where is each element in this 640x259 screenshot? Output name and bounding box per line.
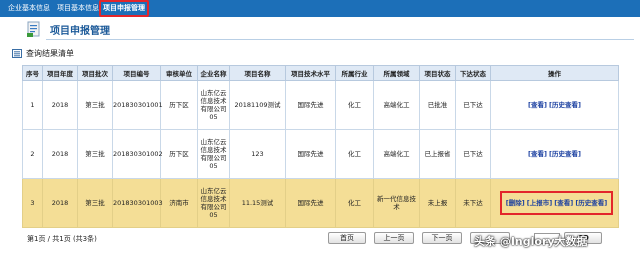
cell-no: 3: [22, 178, 43, 228]
cell-unit: 历下区: [160, 80, 198, 130]
report-city-link[interactable]: [上报市]: [527, 199, 552, 207]
cell-company: 山东亿云信息技术有限公司05: [197, 129, 230, 179]
cell-no: 2: [22, 129, 43, 179]
cell-code: 201830301003: [112, 178, 163, 228]
col-header-tech: 项目技术水平: [285, 65, 336, 81]
cell-issue-status: 未下达: [455, 178, 491, 228]
cell-year: 2018: [42, 178, 78, 228]
cell-actions: [查看] [历史查看]: [490, 80, 619, 130]
cell-status: 已批准: [419, 80, 456, 130]
cell-tech: 国际先进: [285, 80, 336, 130]
cell-actions: [查看] [历史查看]: [490, 129, 619, 179]
top-nav-bar: 企业基本信息 项目基本信息 项目申报管理: [0, 0, 640, 17]
history-view-link[interactable]: [历史查看]: [549, 150, 581, 158]
table-row: 1 2018 第三批 201830301001 历下区 山东亿云信息技术有限公司…: [22, 80, 619, 130]
col-header-batch: 项目批次: [77, 65, 113, 81]
table-row: 2 2018 第三批 201830301002 历下区 山东亿云信息技术有限公司…: [22, 129, 619, 179]
cell-tech: 国际先进: [285, 129, 336, 179]
cell-field: 高端化工: [373, 80, 420, 130]
prev-page-button[interactable]: 上一页: [374, 232, 414, 244]
col-header-no: 序号: [22, 65, 43, 81]
view-link[interactable]: [查看]: [528, 150, 547, 158]
cell-field: 高端化工: [373, 129, 420, 179]
cell-tech: 国际先进: [285, 178, 336, 228]
cell-no: 1: [22, 80, 43, 130]
cell-industry: 化工: [335, 178, 374, 228]
view-link[interactable]: [查看]: [554, 199, 573, 207]
cell-batch: 第三批: [77, 178, 113, 228]
cell-company: 山东亿云信息技术有限公司05: [197, 80, 230, 130]
result-list-label: 查询结果清单: [26, 49, 74, 58]
watermark-text: 头条 @Inglory大数据: [474, 235, 588, 248]
cell-year: 2018: [42, 80, 78, 130]
col-header-year: 项目年度: [42, 65, 78, 81]
col-header-industry: 所属行业: [335, 65, 374, 81]
cell-issue-status: 已下达: [455, 129, 491, 179]
cell-industry: 化工: [335, 80, 374, 130]
cell-batch: 第三批: [77, 80, 113, 130]
col-header-actions: 操作: [490, 65, 619, 81]
col-header-status: 项目状态: [419, 65, 456, 81]
action-highlight-box: [删除] [上报市] [查看] [历史查看]: [499, 191, 614, 215]
cell-unit: 历下区: [160, 129, 198, 179]
page-info: 第1页 / 共1页 (共3条): [27, 235, 97, 243]
cell-year: 2018: [42, 129, 78, 179]
col-header-company: 企业名称: [197, 65, 230, 81]
cell-code: 201830301002: [112, 129, 163, 179]
title-divider: [46, 39, 634, 40]
table-row-highlighted: 3 2018 第三批 201830301003 济南市 山东亿云信息技术有限公司…: [22, 178, 619, 228]
cell-industry: 化工: [335, 129, 374, 179]
cell-company: 山东亿云信息技术有限公司05: [197, 178, 230, 228]
list-icon: [12, 49, 22, 58]
col-header-name: 项目名称: [229, 65, 286, 81]
page-title: 项目申报管理: [50, 26, 110, 37]
cell-batch: 第三批: [77, 129, 113, 179]
cell-status: 已上报省: [419, 129, 456, 179]
tab-project-declaration[interactable]: 项目申报管理: [99, 0, 149, 17]
document-icon: [27, 21, 40, 37]
cell-actions: [删除] [上报市] [查看] [历史查看]: [490, 178, 619, 228]
col-header-code: 项目编号: [112, 65, 161, 81]
cell-issue-status: 已下达: [455, 80, 491, 130]
cell-status: 未上报: [419, 178, 456, 228]
delete-link[interactable]: [删除]: [506, 199, 525, 207]
cell-name: 20181109测试: [229, 80, 286, 130]
table-header-row: 序号 项目年度 项目批次 项目编号 审核单位 企业名称 项目名称 项目技术水平 …: [22, 65, 619, 81]
tab-company-info[interactable]: 企业基本信息: [6, 0, 52, 17]
cell-field: 新一代信息技术: [373, 178, 420, 228]
cell-name: 123: [229, 129, 286, 179]
page-header: 项目申报管理: [0, 18, 640, 42]
col-header-unit: 审核单位: [160, 65, 198, 81]
results-table: 序号 项目年度 项目批次 项目编号 审核单位 企业名称 项目名称 项目技术水平 …: [22, 65, 619, 228]
tab-project-info[interactable]: 项目基本信息: [55, 0, 101, 17]
cell-name: 11.15测试: [229, 178, 286, 228]
col-header-issue: 下达状态: [455, 65, 491, 81]
view-link[interactable]: [查看]: [528, 101, 547, 109]
history-view-link[interactable]: [历史查看]: [575, 199, 607, 207]
next-page-button[interactable]: 下一页: [422, 232, 462, 244]
cell-code: 201830301001: [112, 80, 163, 130]
first-page-button[interactable]: 首页: [328, 232, 366, 244]
col-header-field: 所属领域: [373, 65, 420, 81]
cell-unit: 济南市: [160, 178, 198, 228]
history-view-link[interactable]: [历史查看]: [549, 101, 581, 109]
